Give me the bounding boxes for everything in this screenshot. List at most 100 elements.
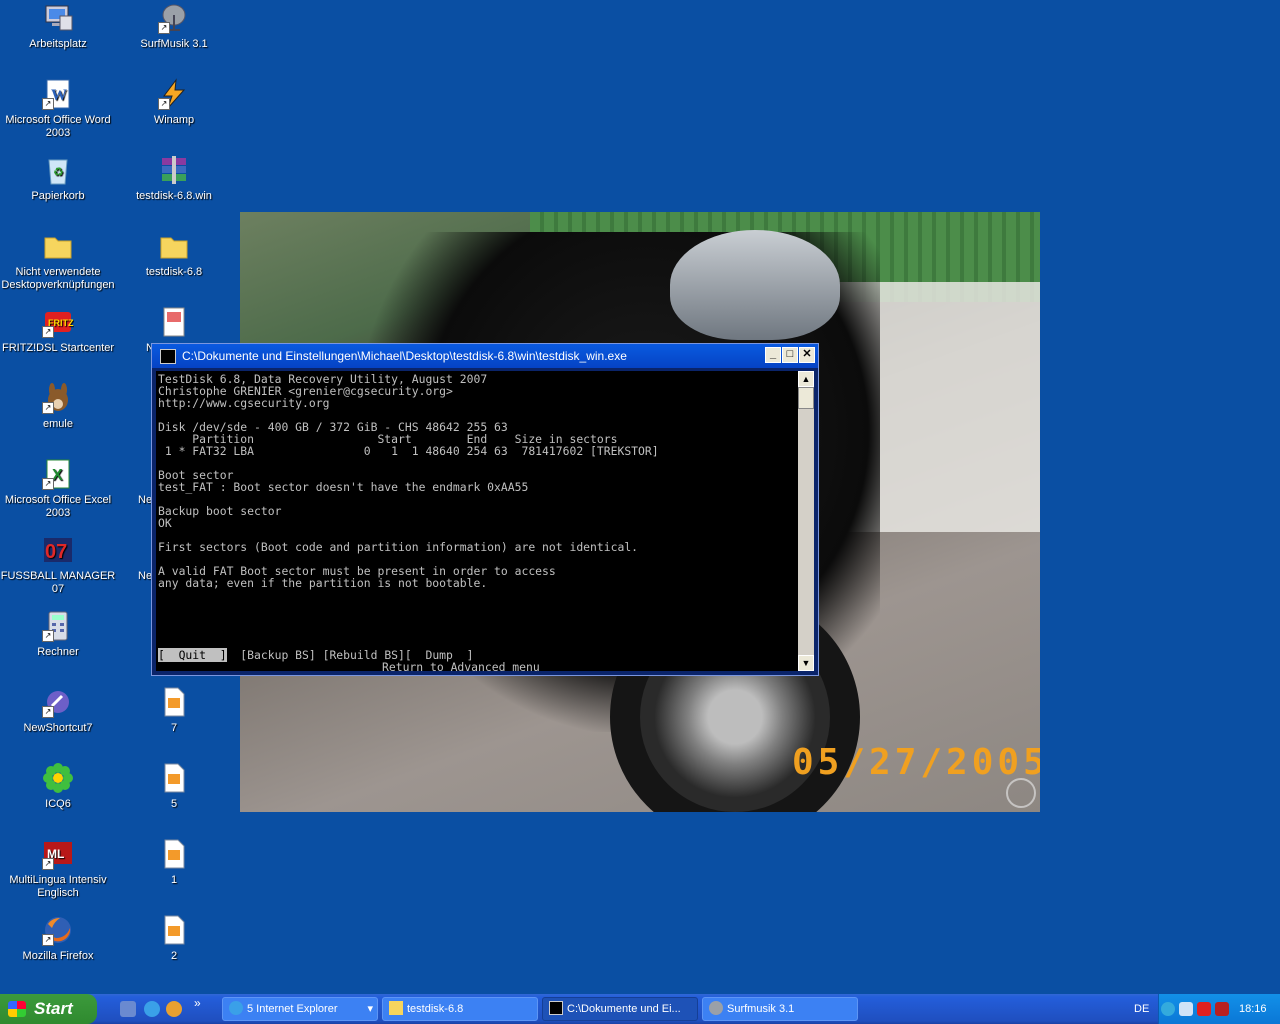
- desktop-icon-excel[interactable]: X ↗ Microsoft Office Excel 2003: [0, 458, 116, 520]
- photo-watermark-icon: [1006, 778, 1036, 808]
- desktop-icon-label: ICQ6: [45, 798, 71, 810]
- desktop-icon-label: FUSSBALL MANAGER 07: [0, 570, 116, 595]
- desktop-icon-label: FRITZ!DSL Startcenter: [1, 342, 115, 354]
- word-document-icon: W ↗: [42, 78, 74, 110]
- desktop-icon-icq6[interactable]: ICQ6: [0, 762, 116, 811]
- desktop-icon-label: testdisk-6.8: [145, 266, 203, 278]
- console-line: First sectors (Boot code and partition i…: [158, 540, 639, 554]
- shortcut-arrow-icon: ↗: [42, 630, 54, 642]
- desktop-icon-label: SurfMusik 3.1: [140, 38, 208, 50]
- desktop-icon-file-1[interactable]: 1: [116, 838, 232, 887]
- svg-text:♻: ♻: [53, 165, 64, 179]
- task-label: testdisk-6.8: [407, 1003, 464, 1015]
- calculator-icon: ↗: [42, 610, 74, 642]
- clock[interactable]: 18:16: [1239, 994, 1267, 1024]
- window-title: C:\Dokumente und Einstellungen\Michael\D…: [182, 349, 627, 363]
- desktop-icon-label: Ne: [138, 570, 153, 582]
- desktop-icon-word[interactable]: W ↗ Microsoft Office Word 2003: [0, 78, 116, 140]
- scroll-down-arrow-icon[interactable]: ▼: [798, 655, 814, 671]
- tray-antivirus-icon[interactable]: [1215, 1002, 1229, 1016]
- desktop-icon-label: MultiLingua Intensiv Englisch: [9, 874, 107, 899]
- firefox-icon: ↗: [42, 914, 74, 946]
- emule-icon: ↗: [42, 382, 74, 414]
- task-internet-explorer[interactable]: 5 Internet Explorer ▾: [222, 997, 378, 1021]
- folder-icon: [389, 1001, 403, 1016]
- archive-icon: [158, 154, 190, 186]
- desktop-icon-label: Microsoft Office Word 2003: [5, 114, 111, 139]
- svg-text:07: 07: [45, 541, 67, 563]
- quicklaunch-media-player-icon[interactable]: [166, 1001, 182, 1017]
- fritz-icon: FRITZ ↗: [42, 306, 74, 338]
- desktop-icon-file-5[interactable]: 5: [116, 762, 232, 811]
- console-output[interactable]: TestDisk 6.8, Data Recovery Utility, Aug…: [156, 371, 798, 671]
- desktop-icon-testdisk-archive[interactable]: testdisk-6.8.win: [116, 154, 232, 203]
- desktop-icon-file-7[interactable]: 7: [116, 686, 232, 735]
- image-file-icon: [158, 914, 190, 946]
- desktop-icon-unused-shortcuts[interactable]: Nicht verwendete Desktopverknüpfungen: [0, 230, 116, 292]
- desktop-icon-fussball-manager[interactable]: 07 FUSSBALL MANAGER 07: [0, 534, 116, 596]
- satellite-dish-icon: ↗: [158, 2, 190, 34]
- minimize-button[interactable]: _: [765, 347, 781, 363]
- quicklaunch-internet-explorer-icon[interactable]: [144, 1001, 160, 1017]
- scroll-up-arrow-icon[interactable]: ▲: [798, 371, 814, 387]
- tray-fritz-icon[interactable]: [1197, 1002, 1211, 1016]
- desktop-icon-label: Papierkorb: [31, 190, 85, 202]
- shortcut-arrow-icon: ↗: [42, 98, 54, 110]
- task-label: 5 Internet Explorer: [247, 1003, 338, 1015]
- desktop-icon-newshortcut7[interactable]: ↗ NewShortcut7: [0, 686, 116, 735]
- task-label: C:\Dokumente und Ei...: [567, 1003, 681, 1015]
- desktop-icon-testdisk-folder[interactable]: testdisk-6.8: [116, 230, 232, 279]
- quit-menu-option[interactable]: [ Quit ]: [158, 648, 227, 662]
- desktop-icon-label: Rechner: [37, 646, 79, 658]
- desktop-icon-firefox[interactable]: ↗ Mozilla Firefox: [0, 914, 116, 963]
- task-surfmusik[interactable]: Surfmusik 3.1: [702, 997, 858, 1021]
- console-vertical-scrollbar[interactable]: ▲ ▼: [798, 371, 814, 671]
- console-line: OK: [158, 516, 172, 530]
- scrollbar-thumb[interactable]: [798, 387, 814, 409]
- maximize-button[interactable]: □: [782, 347, 798, 363]
- desktop-icon-winamp[interactable]: ↗ Winamp: [116, 78, 232, 127]
- start-button[interactable]: Start: [0, 994, 97, 1024]
- desktop-icon-multilingua[interactable]: ML ↗ MultiLingua Intensiv Englisch: [0, 838, 116, 900]
- tray-expand-icon[interactable]: [1161, 1002, 1175, 1016]
- desktop-icon-fritz[interactable]: FRITZ ↗ FRITZ!DSL Startcenter: [0, 306, 116, 355]
- desktop-icon-surfmusik[interactable]: ↗ SurfMusik 3.1: [116, 2, 232, 51]
- desktop-icon-label: Arbeitsplatz: [29, 38, 87, 50]
- task-label: Surfmusik 3.1: [727, 1003, 795, 1015]
- desktop-icon-rechner[interactable]: ↗ Rechner: [0, 610, 116, 659]
- console-line: Backup boot sector: [158, 504, 282, 518]
- shortcut-icon: ↗: [42, 686, 74, 718]
- winamp-icon: ↗: [158, 78, 190, 110]
- language-indicator[interactable]: DE: [1134, 994, 1149, 1024]
- shortcut-arrow-icon: ↗: [42, 858, 54, 870]
- task-testdisk-folder[interactable]: testdisk-6.8: [382, 997, 538, 1021]
- desktop-icon-arbeitsplatz[interactable]: Arbeitsplatz: [0, 2, 116, 51]
- desktop-icon-file-2[interactable]: 2: [116, 914, 232, 963]
- window-titlebar[interactable]: C:\Dokumente und Einstellungen\Michael\D…: [152, 344, 818, 368]
- image-file-icon: [158, 838, 190, 870]
- photo-date-stamp: 05/27/2005: [792, 742, 1040, 783]
- quicklaunch-more-icon[interactable]: »: [194, 996, 201, 1010]
- testdisk-console-window[interactable]: C:\Dokumente und Einstellungen\Michael\D…: [151, 343, 819, 676]
- windows-logo-icon: [8, 1001, 26, 1017]
- shortcut-arrow-icon: ↗: [158, 22, 170, 34]
- desktop-icon-label: N: [146, 342, 154, 354]
- excel-icon: X ↗: [42, 458, 74, 490]
- console-app-icon[interactable]: [160, 349, 176, 364]
- desktop-icon-label: Nicht verwendete Desktopverknüpfungen: [1, 266, 115, 291]
- my-computer-icon: [42, 2, 74, 34]
- shortcut-arrow-icon: ↗: [42, 402, 54, 414]
- desktop-icon-label: Ne: [138, 494, 153, 506]
- close-button[interactable]: ✕: [799, 347, 815, 363]
- quicklaunch-show-desktop-icon[interactable]: [120, 1001, 136, 1017]
- desktop-icon-emule[interactable]: ↗ emule: [0, 382, 116, 431]
- console-line: any data; even if the partition is not b…: [158, 576, 488, 590]
- backup-bs-menu-option[interactable]: [Backup BS]: [240, 648, 315, 662]
- desktop-icon-label: 5: [170, 798, 178, 810]
- desktop-icon-papierkorb[interactable]: ♻ Papierkorb: [0, 154, 116, 203]
- internet-explorer-icon: [229, 1001, 243, 1016]
- task-testdisk-console[interactable]: C:\Dokumente und Ei...: [542, 997, 698, 1021]
- folder-icon: [158, 230, 190, 262]
- tray-network-icon[interactable]: [1179, 1002, 1193, 1016]
